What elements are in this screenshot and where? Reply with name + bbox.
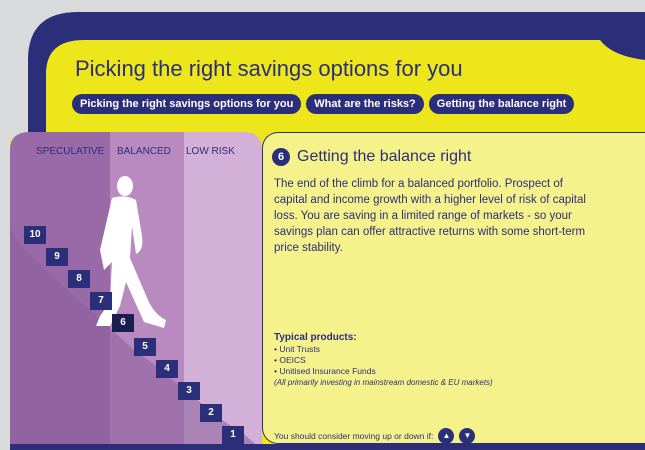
product-item: • Unitised Insurance Funds bbox=[274, 366, 376, 376]
panel-heading: Getting the balance right bbox=[297, 148, 472, 165]
tab-risks[interactable]: What are the risks? bbox=[306, 94, 424, 114]
typical-products: Typical products: • Unit Trusts • OEICS … bbox=[274, 332, 493, 388]
product-item: • OEICS bbox=[274, 355, 306, 365]
step-number-badge: 6 bbox=[272, 148, 290, 166]
products-heading: Typical products: bbox=[274, 332, 357, 343]
column-label-balanced: BALANCED bbox=[117, 146, 171, 157]
consider-moving: You should consider moving up or down if… bbox=[274, 428, 476, 444]
column-label-speculative: SPECULATIVE bbox=[36, 146, 105, 157]
tab-balance[interactable]: Getting the balance right bbox=[428, 94, 575, 114]
products-note: (All primarily investing in mainstream d… bbox=[274, 378, 493, 387]
app-window: Picking the right savings options for yo… bbox=[0, 0, 645, 450]
step-7[interactable]: 7 bbox=[90, 292, 112, 310]
step-10[interactable]: 10 bbox=[24, 226, 46, 244]
tab-bar: Picking the right savings options for yo… bbox=[72, 94, 575, 114]
panel-title: 6 Getting the balance right bbox=[272, 148, 471, 166]
up-arrow-icon[interactable]: ▲ bbox=[438, 428, 455, 444]
step-9[interactable]: 9 bbox=[46, 248, 68, 266]
step-5[interactable]: 5 bbox=[134, 338, 156, 356]
page-title: Picking the right savings options for yo… bbox=[75, 56, 463, 81]
step-2[interactable]: 2 bbox=[200, 404, 222, 422]
column-label-low-risk: LOW RISK bbox=[186, 146, 235, 157]
down-arrow-icon[interactable]: ▼ bbox=[459, 428, 476, 444]
product-item: • Unit Trusts bbox=[274, 344, 320, 354]
step-3[interactable]: 3 bbox=[178, 382, 200, 400]
step-8[interactable]: 8 bbox=[68, 270, 90, 288]
panel-description: The end of the climb for a balanced port… bbox=[274, 178, 586, 254]
step-6[interactable]: 6 bbox=[112, 314, 134, 332]
consider-text: You should consider moving up or down if… bbox=[274, 431, 434, 441]
step-4[interactable]: 4 bbox=[156, 360, 178, 378]
tab-picking-options[interactable]: Picking the right savings options for yo… bbox=[72, 94, 302, 114]
step-1[interactable]: 1 bbox=[222, 426, 244, 444]
